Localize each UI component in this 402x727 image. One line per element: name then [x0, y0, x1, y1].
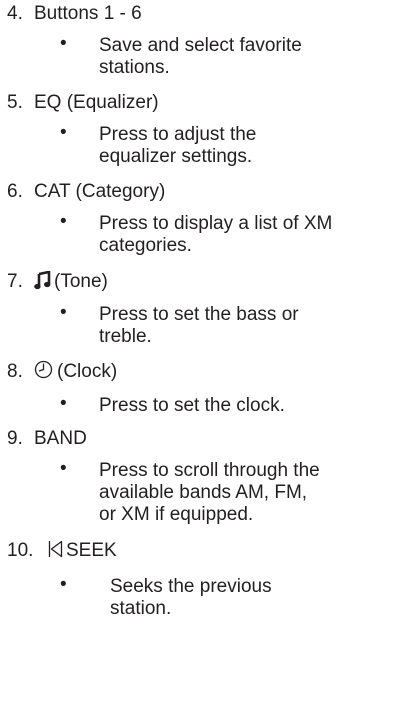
seek-back-icon — [48, 540, 63, 558]
item-title: (Tone) — [54, 271, 108, 292]
item-description: Press to display a list of XM categories… — [99, 213, 333, 256]
item-number: 7. — [7, 271, 23, 292]
item-description: Press to set the clock. — [99, 395, 285, 416]
bullet: • — [60, 33, 67, 54]
item-title: SEEK — [66, 540, 117, 561]
item-number: 4. — [7, 3, 23, 24]
clock-icon — [34, 360, 53, 379]
item-description: Seeks the previous station. — [110, 576, 272, 619]
item-title: EQ (Equalizer) — [34, 92, 159, 113]
item-description: Press to scroll through the available ba… — [99, 460, 320, 525]
item-number: 5. — [7, 92, 23, 113]
item-description: Press to set the bass or treble. — [99, 304, 299, 347]
bullet: • — [60, 574, 67, 595]
bullet: • — [60, 302, 67, 323]
item-title: BAND — [34, 428, 87, 449]
item-title-row: (Clock) — [34, 360, 118, 383]
item-title: Buttons 1 - 6 — [34, 3, 142, 24]
item-title-row: (Tone) — [34, 270, 108, 293]
bullet: • — [60, 122, 67, 143]
item-number: 8. — [7, 361, 23, 382]
item-title: CAT (Category) — [34, 181, 166, 202]
bullet: • — [60, 393, 67, 414]
music-note-icon — [34, 270, 51, 290]
item-number: 10. — [7, 540, 34, 561]
item-number: 9. — [7, 428, 23, 449]
item-title-row: SEEK — [48, 540, 117, 562]
item-description: Press to adjust the equalizer settings. — [99, 124, 257, 167]
item-number: 6. — [7, 181, 23, 202]
bullet: • — [60, 458, 67, 479]
item-title: (Clock) — [57, 361, 118, 382]
bullet: • — [60, 211, 67, 232]
item-description: Save and select favorite stations. — [99, 35, 302, 78]
